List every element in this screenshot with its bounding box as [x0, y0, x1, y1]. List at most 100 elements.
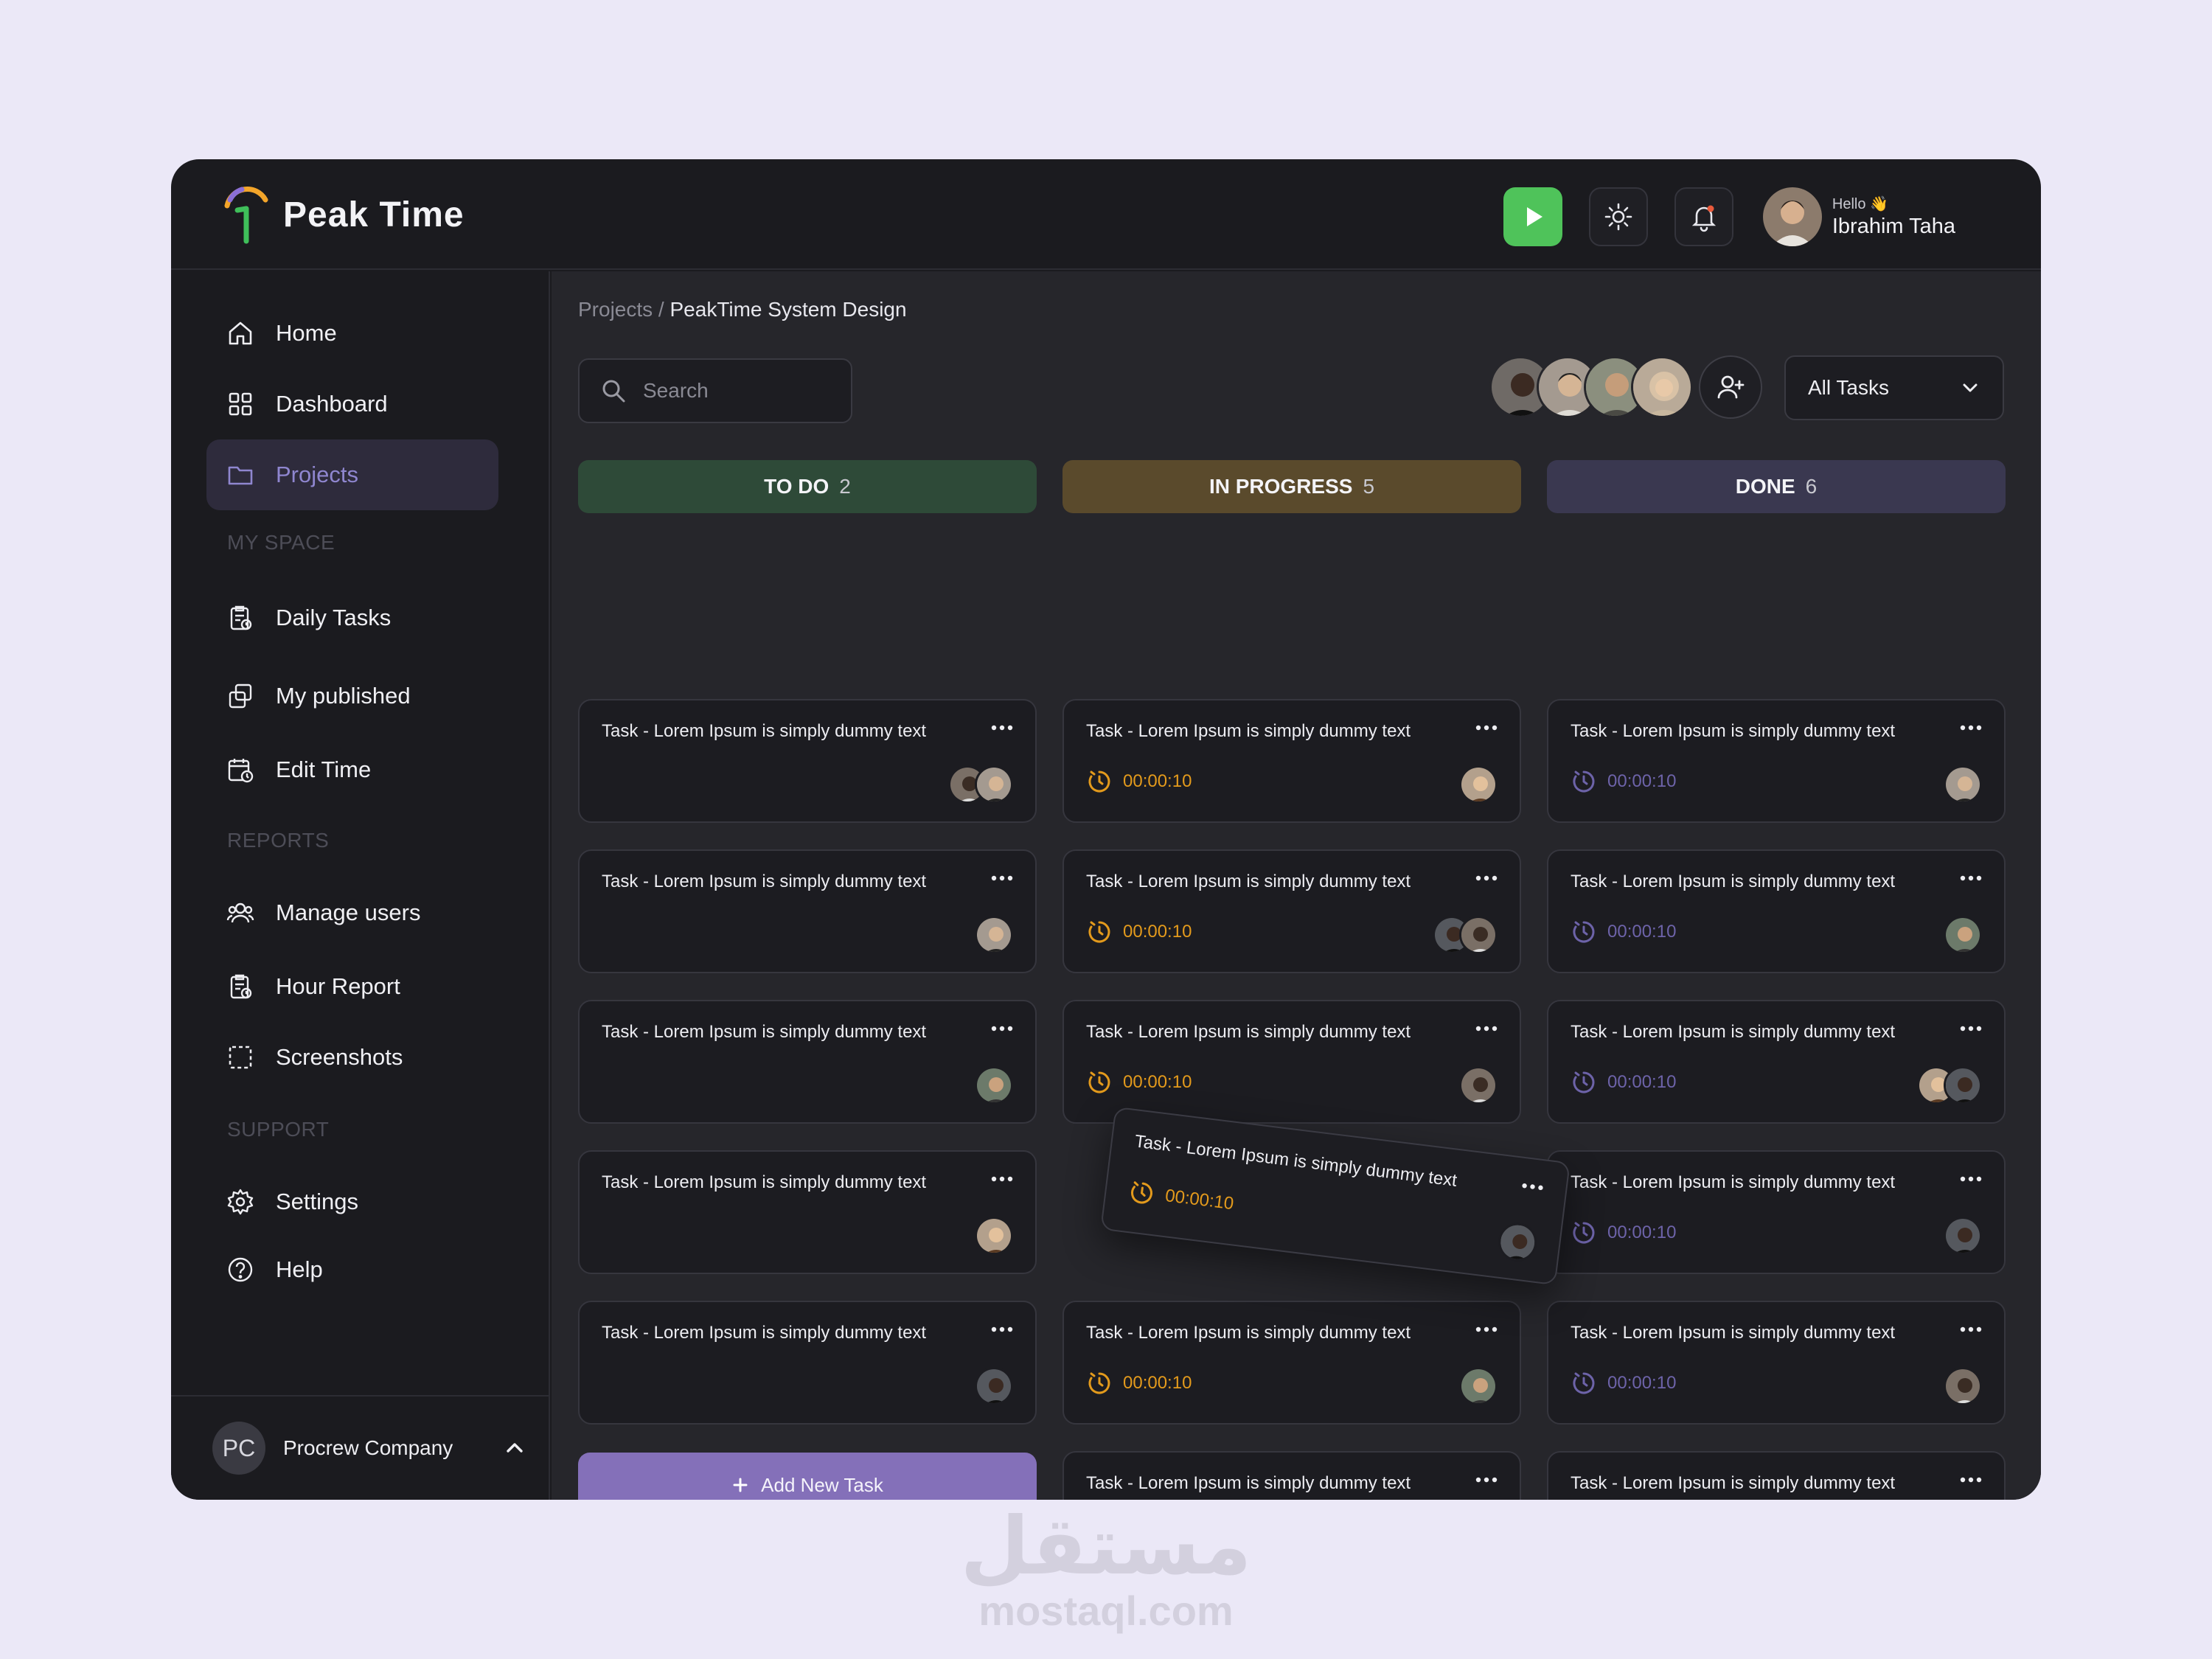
- task-card[interactable]: Task - Lorem Ipsum is simply dummy text: [578, 1000, 1037, 1124]
- task-timer[interactable]: 00:00:10: [1086, 1069, 1192, 1096]
- column-header-todo[interactable]: TO DO 2: [578, 460, 1037, 513]
- assignee-avatar[interactable]: [975, 1217, 1013, 1255]
- sidebar-item-help[interactable]: Help: [206, 1234, 498, 1305]
- assignee-avatar[interactable]: [1944, 765, 1982, 804]
- more-options-button[interactable]: [1475, 1475, 1498, 1485]
- logo[interactable]: Peak Time: [220, 181, 465, 248]
- task-card[interactable]: Task - Lorem Ipsum is simply dummy text0…: [1547, 1000, 2006, 1124]
- task-card[interactable]: Task - Lorem Ipsum is simply dummy text0…: [1062, 699, 1521, 823]
- timer-icon: [1088, 1071, 1110, 1093]
- more-options-button[interactable]: [991, 1324, 1013, 1335]
- task-card[interactable]: Task - Lorem Ipsum is simply dummy text0…: [1547, 1451, 2006, 1500]
- more-options-button[interactable]: [1960, 1023, 1982, 1034]
- theme-toggle-button[interactable]: [1588, 187, 1648, 246]
- assignees: [975, 1217, 1013, 1255]
- task-timer[interactable]: 00:00:10: [1127, 1178, 1235, 1217]
- member-avatar[interactable]: [1631, 356, 1693, 418]
- assignee-avatar[interactable]: [1944, 1367, 1982, 1405]
- sidebar-item-settings[interactable]: Settings: [206, 1166, 498, 1237]
- more-options-button[interactable]: [1960, 1475, 1982, 1485]
- sidebar-item-label: My published: [276, 683, 411, 709]
- task-card[interactable]: Task - Lorem Ipsum is simply dummy text0…: [1062, 1000, 1521, 1124]
- sidebar-item-daily-tasks[interactable]: Daily Tasks: [206, 582, 498, 653]
- task-card[interactable]: Task - Lorem Ipsum is simply dummy text: [578, 1150, 1037, 1274]
- search-input[interactable]: [643, 379, 827, 403]
- company-switcher[interactable]: PC Procrew Company: [171, 1395, 549, 1500]
- assignee-avatar[interactable]: [975, 916, 1013, 954]
- assignees: [1944, 765, 1982, 804]
- notifications-button[interactable]: [1674, 187, 1733, 246]
- task-card[interactable]: Task - Lorem Ipsum is simply dummy text0…: [1062, 1451, 1521, 1500]
- task-timer[interactable]: 00:00:10: [1571, 919, 1676, 945]
- assignee-avatar[interactable]: [1459, 765, 1498, 804]
- assignee-avatar[interactable]: [1944, 916, 1982, 954]
- task-title: Task - Lorem Ipsum is simply dummy text: [1086, 872, 1411, 891]
- task-timer[interactable]: 00:00:10: [1571, 1370, 1676, 1397]
- assignee-avatar[interactable]: [1459, 1066, 1498, 1105]
- assignee-avatar[interactable]: [975, 1066, 1013, 1105]
- sidebar-item-label: Screenshots: [276, 1044, 403, 1070]
- sidebar-item-hour-report[interactable]: Hour Report: [206, 951, 498, 1022]
- assignee-avatar[interactable]: [1459, 1367, 1498, 1405]
- start-timer-button[interactable]: [1503, 187, 1562, 246]
- more-options-button[interactable]: [1475, 723, 1498, 733]
- task-timer[interactable]: 00:00:10: [1571, 1069, 1676, 1096]
- sidebar-item-home[interactable]: Home: [206, 298, 498, 369]
- more-options-button[interactable]: [1475, 873, 1498, 883]
- breadcrumb-parent[interactable]: Projects: [578, 298, 653, 321]
- task-timer[interactable]: 00:00:10: [1086, 1370, 1192, 1397]
- more-options-button[interactable]: [1521, 1180, 1544, 1194]
- sidebar-item-my-published[interactable]: My published: [206, 661, 498, 731]
- task-card[interactable]: Task - Lorem Ipsum is simply dummy text: [578, 1301, 1037, 1425]
- plus-icon: [733, 1478, 748, 1492]
- assignee-avatar[interactable]: [1944, 1217, 1982, 1255]
- add-member-button[interactable]: [1699, 355, 1762, 419]
- search-box[interactable]: [578, 358, 852, 423]
- sidebar-item-manage-users[interactable]: Manage users: [206, 877, 498, 948]
- more-options-button[interactable]: [991, 723, 1013, 733]
- company-avatar: PC: [212, 1422, 265, 1475]
- more-options-button[interactable]: [1960, 723, 1982, 733]
- assignee-avatar[interactable]: [975, 765, 1013, 804]
- task-card[interactable]: Task - Lorem Ipsum is simply dummy text0…: [1547, 699, 2006, 823]
- sidebar-item-dashboard[interactable]: Dashboard: [206, 369, 498, 439]
- user-menu[interactable]: Hello 👋 Ibrahim Taha: [1762, 187, 1955, 246]
- section-my-space: MY SPACE: [227, 531, 335, 554]
- task-timer[interactable]: 00:00:10: [1571, 768, 1676, 795]
- column-header-done[interactable]: DONE 6: [1547, 460, 2006, 513]
- task-card[interactable]: Task - Lorem Ipsum is simply dummy text0…: [1547, 1150, 2006, 1274]
- sidebar-item-edit-time[interactable]: Edit Time: [206, 734, 498, 805]
- more-options-button[interactable]: [1475, 1023, 1498, 1034]
- task-card[interactable]: Task - Lorem Ipsum is simply dummy text: [578, 699, 1037, 823]
- top-bar: Peak Time Hello 👋 Ibrahim Taha: [171, 159, 2041, 270]
- more-options-button[interactable]: [991, 1023, 1013, 1034]
- task-card[interactable]: Task - Lorem Ipsum is simply dummy text0…: [1547, 1301, 2006, 1425]
- play-icon: [1526, 207, 1543, 226]
- task-timer[interactable]: 00:00:10: [1571, 1220, 1676, 1246]
- more-options-button[interactable]: [991, 873, 1013, 883]
- column-header-in-progress[interactable]: IN PROGRESS 5: [1062, 460, 1521, 513]
- more-options-button[interactable]: [1960, 873, 1982, 883]
- assignee-avatar[interactable]: [975, 1367, 1013, 1405]
- task-card[interactable]: Task - Lorem Ipsum is simply dummy text0…: [1547, 849, 2006, 973]
- more-options-button[interactable]: [1960, 1174, 1982, 1184]
- add-new-task-button[interactable]: Add New Task: [578, 1453, 1037, 1500]
- assignee-avatar[interactable]: [1459, 916, 1498, 954]
- timer-value: 00:00:10: [1607, 771, 1677, 791]
- more-options-button[interactable]: [1960, 1324, 1982, 1335]
- assignee-avatar[interactable]: [1944, 1066, 1982, 1105]
- more-options-button[interactable]: [1475, 1324, 1498, 1335]
- more-dots-icon: [1475, 875, 1498, 881]
- task-card[interactable]: Task - Lorem Ipsum is simply dummy text0…: [1062, 1301, 1521, 1425]
- sidebar-item-projects[interactable]: Projects: [206, 439, 498, 510]
- assignee-avatar[interactable]: [1496, 1220, 1540, 1264]
- sidebar-item-screenshots[interactable]: Screenshots: [206, 1022, 498, 1093]
- task-filter-select[interactable]: All Tasks: [1784, 355, 2004, 420]
- task-card[interactable]: Task - Lorem Ipsum is simply dummy text: [578, 849, 1037, 973]
- more-options-button[interactable]: [991, 1174, 1013, 1184]
- task-card[interactable]: Task - Lorem Ipsum is simply dummy text0…: [1100, 1106, 1571, 1286]
- task-timer[interactable]: 00:00:10: [1086, 919, 1192, 945]
- more-dots-icon: [1960, 725, 1982, 731]
- task-card[interactable]: Task - Lorem Ipsum is simply dummy text 0…: [1062, 849, 1521, 973]
- task-timer[interactable]: 00:00:10: [1086, 768, 1192, 795]
